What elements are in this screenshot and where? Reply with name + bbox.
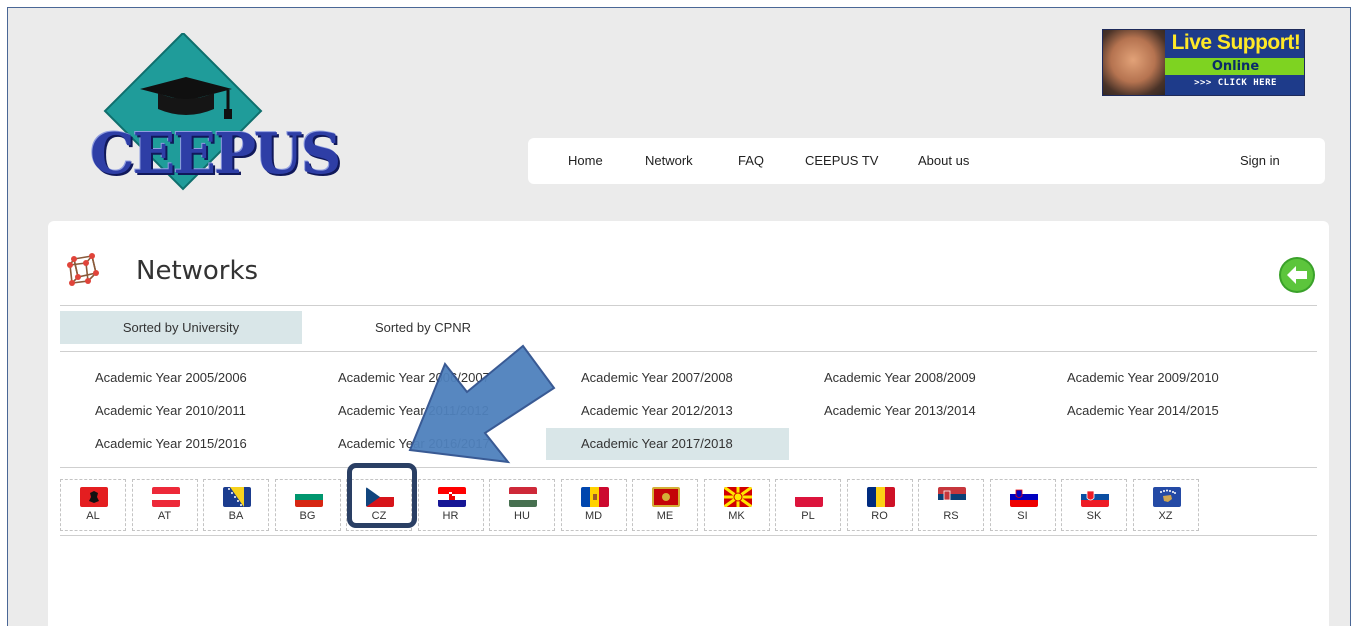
flag-al-icon	[80, 487, 108, 507]
country-code-label: MK	[728, 510, 745, 522]
country-flag-me[interactable]: ME	[632, 479, 698, 531]
country-flag-mk[interactable]: MK	[703, 479, 770, 531]
flag-mk-icon	[723, 487, 752, 507]
academic-year-item[interactable]: Academic Year 2015/2016	[60, 428, 303, 460]
nav-faq[interactable]: FAQ	[738, 153, 764, 168]
country-flag-al[interactable]: AL	[60, 479, 126, 531]
flag-pl-icon	[795, 487, 823, 507]
country-code-label: PL	[801, 510, 815, 522]
divider	[60, 305, 1317, 306]
country-flag-md[interactable]: MD	[560, 479, 627, 531]
academic-year-item[interactable]: Academic Year 2008/2009	[789, 362, 1032, 394]
tab-sorted-by-cpnr[interactable]: Sorted by CPNR	[302, 311, 544, 344]
country-code-label: BG	[299, 510, 316, 522]
networks-panel: Networks Sorted by University Sorted by …	[48, 221, 1329, 626]
sign-in-link[interactable]: Sign in	[1240, 153, 1280, 168]
country-code-label: HR	[442, 510, 459, 522]
flag-sk-icon	[1081, 487, 1109, 507]
academic-year-item[interactable]: Academic Year 2017/2018	[546, 428, 789, 460]
page-frame: CEEPUS Live Support! Online >>> CLICK HE…	[7, 7, 1351, 626]
academic-year-item[interactable]: Academic Year 2013/2014	[789, 395, 1032, 427]
country-code-label: BA	[228, 510, 244, 522]
academic-year-item[interactable]: Academic Year 2011/2012	[303, 395, 546, 427]
academic-year-item[interactable]: Academic Year 2012/2013	[546, 395, 789, 427]
nav-network[interactable]: Network	[645, 153, 693, 168]
country-flag-ba[interactable]: BA	[203, 479, 269, 531]
flag-rs-icon	[938, 487, 966, 507]
country-flag-at[interactable]: AT	[131, 479, 198, 531]
country-flag-cz[interactable]: CZ	[346, 479, 412, 531]
live-support-status: Online	[1165, 58, 1304, 75]
country-code-label: AL	[86, 510, 100, 522]
flag-si-icon	[1009, 487, 1038, 507]
country-code-label: SI	[1017, 510, 1028, 522]
country-flag-hr[interactable]: HR	[417, 479, 484, 531]
country-code-label: AT	[157, 510, 172, 522]
back-arrow-icon[interactable]	[1278, 256, 1316, 294]
country-flag-si[interactable]: SI	[989, 479, 1056, 531]
country-code-label: SK	[1086, 510, 1102, 522]
tab-sorted-by-university[interactable]: Sorted by University	[60, 311, 302, 344]
academic-year-item[interactable]: Academic Year 2014/2015	[1032, 395, 1275, 427]
live-support-cta: >>> CLICK HERE	[1194, 78, 1277, 88]
country-code-label: CZ	[371, 510, 387, 522]
country-flag-hu[interactable]: HU	[489, 479, 555, 531]
flag-cz-icon	[366, 487, 394, 507]
flag-at-icon	[151, 487, 180, 507]
flag-xz-icon	[1152, 487, 1181, 507]
main-nav: Home Network FAQ CEEPUS TV About us Sign…	[528, 138, 1325, 184]
country-code-label: HU	[514, 510, 530, 522]
academic-year-item[interactable]: Academic Year 2016/2017	[303, 428, 546, 460]
divider	[60, 467, 1317, 468]
flag-bg-icon	[294, 487, 323, 507]
live-support-title: Live Support!	[1171, 31, 1301, 54]
logo-text: CEEPUS	[90, 121, 341, 187]
country-flag-rs[interactable]: RS	[918, 479, 984, 531]
flag-hr-icon	[437, 487, 466, 507]
flag-me-icon	[652, 487, 680, 507]
page-title: Networks	[136, 256, 259, 286]
academic-year-item[interactable]: Academic Year 2009/2010	[1032, 362, 1275, 394]
academic-year-item[interactable]: Academic Year 2006/2007	[303, 362, 546, 394]
network-icon	[67, 253, 99, 286]
flag-ba-icon	[223, 487, 251, 507]
nav-home[interactable]: Home	[568, 153, 603, 168]
country-flag-sk[interactable]: SK	[1061, 479, 1127, 531]
nav-about-us[interactable]: About us	[918, 153, 969, 168]
flag-ro-icon	[866, 487, 895, 507]
divider	[60, 535, 1317, 536]
country-flag-pl[interactable]: PL	[775, 479, 841, 531]
academic-year-item[interactable]: Academic Year 2005/2006	[60, 362, 303, 394]
flag-md-icon	[580, 487, 609, 507]
nav-ceepus-tv[interactable]: CEEPUS TV	[805, 153, 878, 168]
country-flag-xz[interactable]: XZ	[1132, 479, 1199, 531]
country-code-label: XZ	[1158, 510, 1173, 522]
country-flag-ro[interactable]: RO	[846, 479, 913, 531]
divider	[60, 351, 1317, 352]
country-flag-bg[interactable]: BG	[274, 479, 341, 531]
country-code-label: RS	[943, 510, 959, 522]
support-agent-photo	[1103, 30, 1165, 95]
country-code-label: MD	[584, 510, 603, 522]
country-code-label: ME	[656, 510, 674, 522]
live-support-banner[interactable]: Live Support! Online >>> CLICK HERE	[1102, 29, 1305, 96]
country-code-label: RO	[871, 510, 888, 522]
flag-hu-icon	[509, 487, 537, 507]
academic-year-item[interactable]: Academic Year 2007/2008	[546, 362, 789, 394]
academic-year-item[interactable]: Academic Year 2010/2011	[60, 395, 303, 427]
ceepus-logo[interactable]: CEEPUS	[78, 31, 341, 198]
